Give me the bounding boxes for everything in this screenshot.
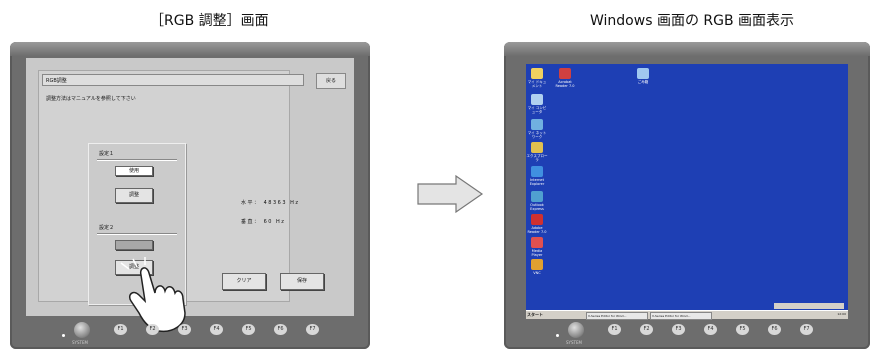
bezel-highlight xyxy=(10,42,370,56)
desktop-icon[interactable]: マイ コンピュータ xyxy=(526,94,548,114)
rgb-adjust-screen: RGB調整 戻る 調整方法はマニュアルを参照して下さい 設定１ 使用 調整 設定… xyxy=(26,58,354,333)
screen-title: RGB調整 xyxy=(42,74,304,86)
horizontal-frequency: 水平： 48363 Hz xyxy=(241,200,300,206)
function-key-f4[interactable]: F4 xyxy=(210,324,223,335)
left-footer: SYSTEM F1 F2 F3 F4 F5 F6 F7 xyxy=(10,316,370,349)
system-label: SYSTEM xyxy=(72,340,88,345)
function-key-f6[interactable]: F6 xyxy=(768,324,781,335)
recycle-bin-icon xyxy=(637,68,649,79)
function-key-f2[interactable]: F2 xyxy=(146,324,159,335)
function-key-f5[interactable]: F5 xyxy=(736,324,749,335)
function-key-f6[interactable]: F6 xyxy=(274,324,287,335)
my-network-icon xyxy=(531,119,543,130)
desktop-icon[interactable]: Acrobat Reader 7.0 xyxy=(554,68,576,88)
setting2-use-button[interactable] xyxy=(115,240,153,250)
back-button[interactable]: 戻る xyxy=(316,73,346,89)
function-key-f7[interactable]: F7 xyxy=(306,324,319,335)
desktop-icon[interactable]: VNC xyxy=(526,259,548,275)
function-key-f3[interactable]: F3 xyxy=(178,324,191,335)
vertical-frequency: 垂直： 60 Hz xyxy=(241,219,286,225)
setting2-divider xyxy=(97,233,177,235)
windows-desktop: マイ ドキュメント Acrobat Reader 7.0 ごみ箱 マイ コンピュ… xyxy=(526,64,848,318)
system-button[interactable] xyxy=(568,322,584,338)
outlook-icon xyxy=(531,191,543,202)
desktop-icon[interactable]: ごみ箱 xyxy=(632,68,654,84)
my-documents-icon xyxy=(531,68,543,79)
vnc-icon xyxy=(531,259,543,270)
desktop-icon[interactable]: マイ ドキュメント xyxy=(526,68,548,88)
right-footer: SYSTEM F1 F2 F3 F4 F5 F6 F7 xyxy=(504,316,870,349)
desktop-icon[interactable]: マイ ネットワーク xyxy=(526,119,548,139)
function-key-f1[interactable]: F1 xyxy=(114,324,127,335)
left-device: RGB調整 戻る 調整方法はマニュアルを参照して下さい 設定１ 使用 調整 設定… xyxy=(10,42,370,349)
function-key-f2[interactable]: F2 xyxy=(640,324,653,335)
setting1-label: 設定１ xyxy=(99,151,115,157)
right-device: マイ ドキュメント Acrobat Reader 7.0 ごみ箱 マイ コンピュ… xyxy=(504,42,870,349)
bezel-highlight xyxy=(504,42,870,56)
system-button[interactable] xyxy=(74,322,90,338)
function-key-f4[interactable]: F4 xyxy=(704,324,717,335)
media-player-icon xyxy=(531,237,543,248)
setting1-divider xyxy=(97,159,177,161)
setting1-use-button[interactable]: 使用 xyxy=(115,166,153,176)
function-key-f1[interactable]: F1 xyxy=(608,324,621,335)
internet-explorer-icon xyxy=(531,166,543,177)
desktop-icon[interactable]: エクスプローラ xyxy=(526,142,548,162)
desktop-icon[interactable]: Outlook Express xyxy=(526,191,548,211)
clear-button[interactable]: クリア xyxy=(222,273,266,290)
right-caption: Windows 画面の RGB 画面表示 xyxy=(590,13,795,29)
setting2-label: 設定２ xyxy=(99,225,115,231)
system-label: SYSTEM xyxy=(566,340,582,345)
function-key-f5[interactable]: F5 xyxy=(242,324,255,335)
explorer-icon xyxy=(531,142,543,153)
adobe-reader-icon xyxy=(531,214,543,225)
right-arrow-icon xyxy=(417,174,484,214)
setting1-adjust-button[interactable]: 調整 xyxy=(115,188,153,203)
function-key-f3[interactable]: F3 xyxy=(672,324,685,335)
language-bar[interactable] xyxy=(774,303,844,309)
power-led xyxy=(556,334,559,337)
power-led xyxy=(62,334,65,337)
function-key-f7[interactable]: F7 xyxy=(800,324,813,335)
desktop-icon[interactable]: Media Player xyxy=(526,237,548,257)
save-button[interactable]: 保存 xyxy=(280,273,324,290)
my-computer-icon xyxy=(531,94,543,105)
instruction-text: 調整方法はマニュアルを参照して下さい xyxy=(46,96,136,102)
acrobat-icon xyxy=(559,68,571,79)
desktop-icon[interactable]: Adobe Reader 7.0 xyxy=(526,214,548,234)
left-caption: ［RGB 調整］画面 xyxy=(150,13,269,29)
desktop-icon[interactable]: Internet Explorer xyxy=(526,166,548,186)
